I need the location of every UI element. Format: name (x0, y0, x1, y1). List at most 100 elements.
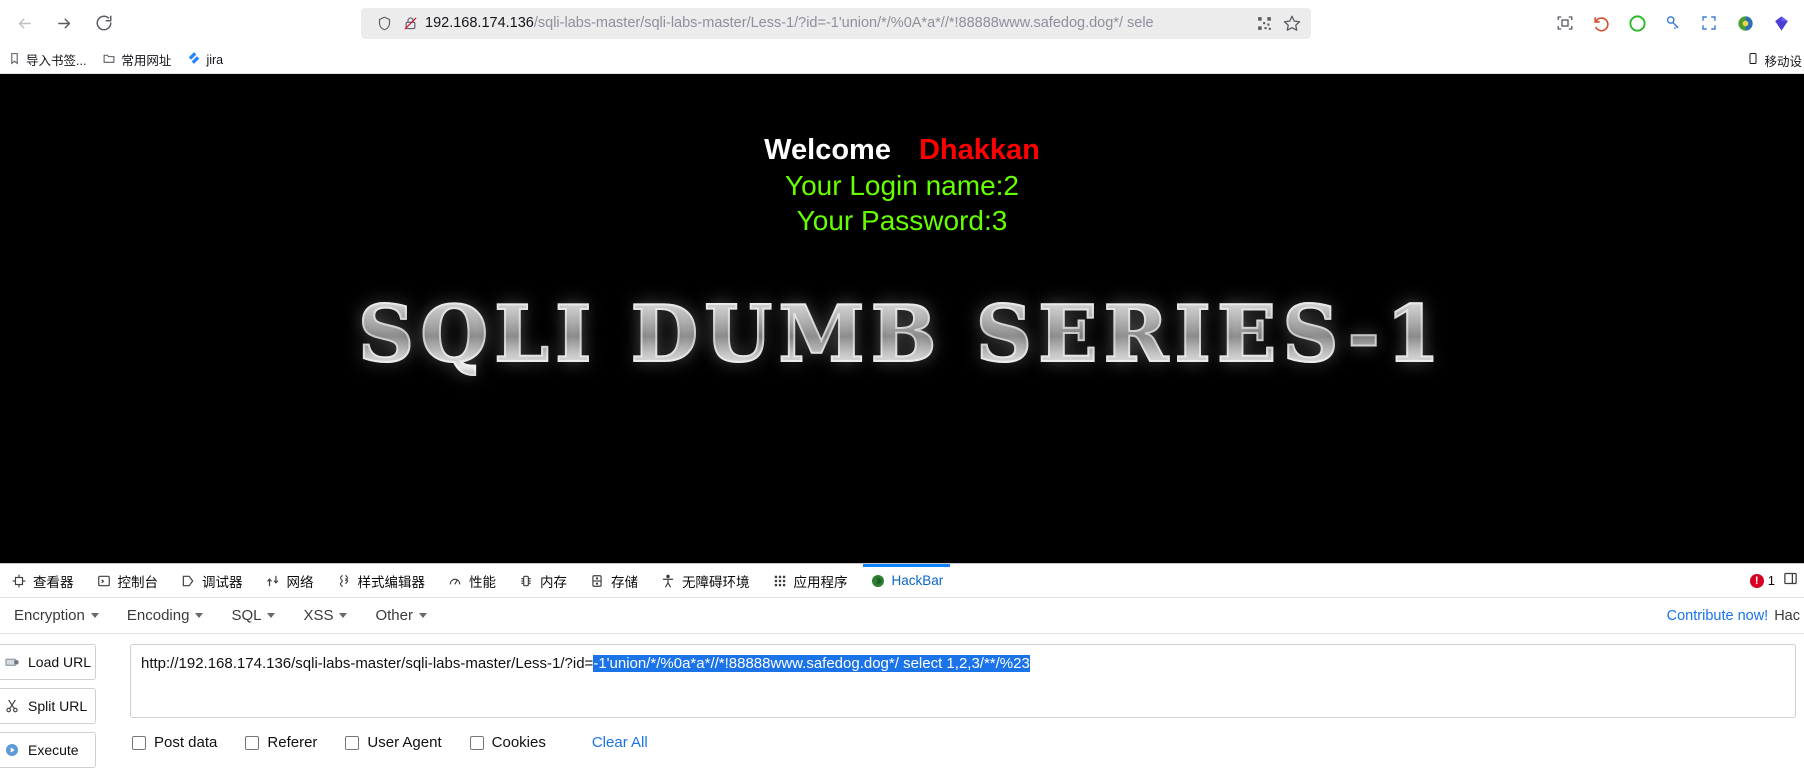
menu-label: Other (375, 607, 413, 624)
address-bar[interactable]: 192.168.174.136/sqli-labs-master/sqli-la… (361, 7, 1311, 39)
fullscreen-icon[interactable] (1692, 6, 1726, 40)
error-count-badge[interactable]: ! 1 (1749, 573, 1775, 588)
split-url-button[interactable]: Split URL (0, 688, 96, 724)
url-host: 192.168.174.136 (425, 14, 534, 31)
menu-label: XSS (303, 607, 334, 624)
button-label: Execute (28, 742, 79, 758)
page-text-block: Welcome Dhakkan Your Login name:2 Your Pa… (0, 74, 1804, 238)
contribute-link[interactable]: Contribute now! (1667, 608, 1769, 624)
menu-encryption[interactable]: Encryption (0, 598, 113, 634)
accessibility-icon (660, 573, 676, 589)
star-icon[interactable] (1279, 10, 1305, 36)
gem-icon[interactable] (1764, 6, 1798, 40)
tab-application[interactable]: 应用程序 (761, 564, 859, 597)
menu-other[interactable]: Other (361, 598, 441, 634)
tab-debugger[interactable]: 调试器 (169, 564, 254, 597)
checkbox-box[interactable] (132, 735, 146, 750)
import-bookmarks-icon (8, 52, 21, 68)
browser-window: 192.168.174.136/sqli-labs-master/sqli-la… (0, 0, 1804, 768)
key-icon[interactable] (1656, 6, 1690, 40)
tab-label: 调试器 (202, 574, 243, 590)
tab-accessibility[interactable]: 无障碍环境 (649, 564, 761, 597)
tab-label: 控制台 (117, 574, 159, 590)
chevron-down-icon (418, 613, 427, 618)
welcome-name: Dhakkan (918, 134, 1040, 166)
hackbar-options: Post data Referer User Agent Cookies Cle… (130, 718, 1796, 751)
tab-console[interactable]: 控制台 (85, 564, 170, 597)
urlbar-actions (1251, 10, 1305, 36)
network-icon (265, 573, 281, 589)
bookmark-label: jira (206, 52, 224, 67)
tab-style-editor[interactable]: 样式编辑器 (325, 564, 437, 597)
chevron-down-icon (339, 613, 348, 618)
checkbox-post-data[interactable]: Post data (132, 734, 217, 751)
style-editor-icon (336, 573, 352, 589)
lock-slash-icon[interactable] (399, 12, 421, 34)
split-url-icon (3, 697, 21, 715)
hackbar-panel: Encryption Encoding SQL XSS Other Contri… (0, 598, 1804, 768)
url-path: /sqli-labs-master/sqli-labs-master/Less-… (533, 14, 1154, 31)
execute-button[interactable]: Execute (0, 732, 96, 768)
qr-code-icon[interactable] (1251, 10, 1277, 36)
tab-label: 查看器 (33, 574, 74, 590)
menu-xss[interactable]: XSS (289, 598, 361, 634)
bookmarks-bar-overflow[interactable]: 移动设 (1747, 46, 1804, 74)
checkbox-cookies[interactable]: Cookies (469, 734, 546, 751)
checkbox-box[interactable] (469, 735, 484, 750)
bookmark-label: 导入书签... (26, 54, 87, 68)
hackbar-main: http://192.168.174.136/sqli-labs-master/… (96, 644, 1804, 768)
back-button[interactable] (4, 3, 44, 43)
reload-button[interactable] (84, 3, 124, 43)
url-textarea[interactable]: http://192.168.174.136/sqli-labs-master/… (130, 644, 1796, 718)
tab-label: 样式编辑器 (357, 574, 426, 590)
devtools-toolbar-right: ! 1 (1749, 564, 1804, 597)
shield-icon[interactable] (373, 12, 395, 34)
login-name-line: Your Login name:2 (784, 170, 1020, 202)
tab-network[interactable]: 网络 (254, 564, 325, 597)
performance-icon (447, 573, 463, 589)
url-text[interactable]: 192.168.174.136/sqli-labs-master/sqli-la… (425, 8, 1251, 39)
checkbox-referer[interactable]: Referer (245, 734, 317, 751)
clear-all-link[interactable]: Clear All (592, 734, 648, 751)
checkbox-user-agent[interactable]: User Agent (345, 734, 442, 751)
menu-encoding[interactable]: Encoding (113, 598, 218, 634)
button-label: Load URL (28, 654, 92, 670)
checkbox-label: Cookies (491, 734, 546, 751)
bookmark-item-import[interactable]: 导入书签... (0, 48, 94, 72)
load-url-button[interactable]: Load URL (0, 644, 96, 680)
bookmark-item-folder[interactable]: 常用网址 (94, 48, 179, 72)
mobile-device-label: 移动设 (1764, 54, 1802, 69)
tab-label: HackBar (891, 573, 944, 588)
bookmark-item-jira[interactable]: jira (179, 48, 231, 72)
tab-performance[interactable]: 性能 (436, 564, 507, 597)
screenshot-icon[interactable] (1548, 6, 1582, 40)
forward-button[interactable] (44, 3, 84, 43)
contribute-suffix: Hac (1774, 607, 1800, 624)
bookmark-label: 常用网址 (121, 54, 172, 68)
checkbox-box[interactable] (345, 735, 360, 750)
undo-arrow-icon[interactable] (1584, 6, 1618, 40)
tab-memory[interactable]: 内存 (507, 564, 578, 597)
tab-label: 应用程序 (793, 574, 848, 590)
bookmarks-bar: 导入书签... 常用网址 jira 移动设 (0, 46, 1804, 74)
urlbar-container: 192.168.174.136/sqli-labs-master/sqli-la… (124, 7, 1548, 39)
hackbar-body: Load URL Split URL Execute http://192.16… (0, 634, 1804, 768)
hackbar-contribute: Contribute now! Hac (1667, 608, 1804, 624)
dock-panel-icon[interactable] (1783, 571, 1798, 591)
error-count-label: 1 (1767, 573, 1775, 588)
checkbox-box[interactable] (245, 735, 260, 750)
storage-icon (589, 573, 605, 589)
url-value-selected: -1'union/*/%0a*a*//*!88888www.safedog.do… (593, 655, 1030, 672)
palette-icon[interactable] (1728, 6, 1762, 40)
inspector-icon (11, 573, 27, 589)
memory-icon (518, 573, 534, 589)
hackbar-action-buttons: Load URL Split URL Execute (0, 644, 96, 768)
tab-hackbar[interactable]: HackBar (859, 564, 955, 597)
page-content: Welcome Dhakkan Your Login name:2 Your Pa… (0, 74, 1804, 563)
tab-inspector[interactable]: 查看器 (0, 564, 85, 597)
console-icon (96, 573, 112, 589)
debugger-icon (180, 573, 196, 589)
circle-green-icon[interactable] (1620, 6, 1654, 40)
tab-storage[interactable]: 存储 (578, 564, 649, 597)
menu-sql[interactable]: SQL (217, 598, 289, 634)
